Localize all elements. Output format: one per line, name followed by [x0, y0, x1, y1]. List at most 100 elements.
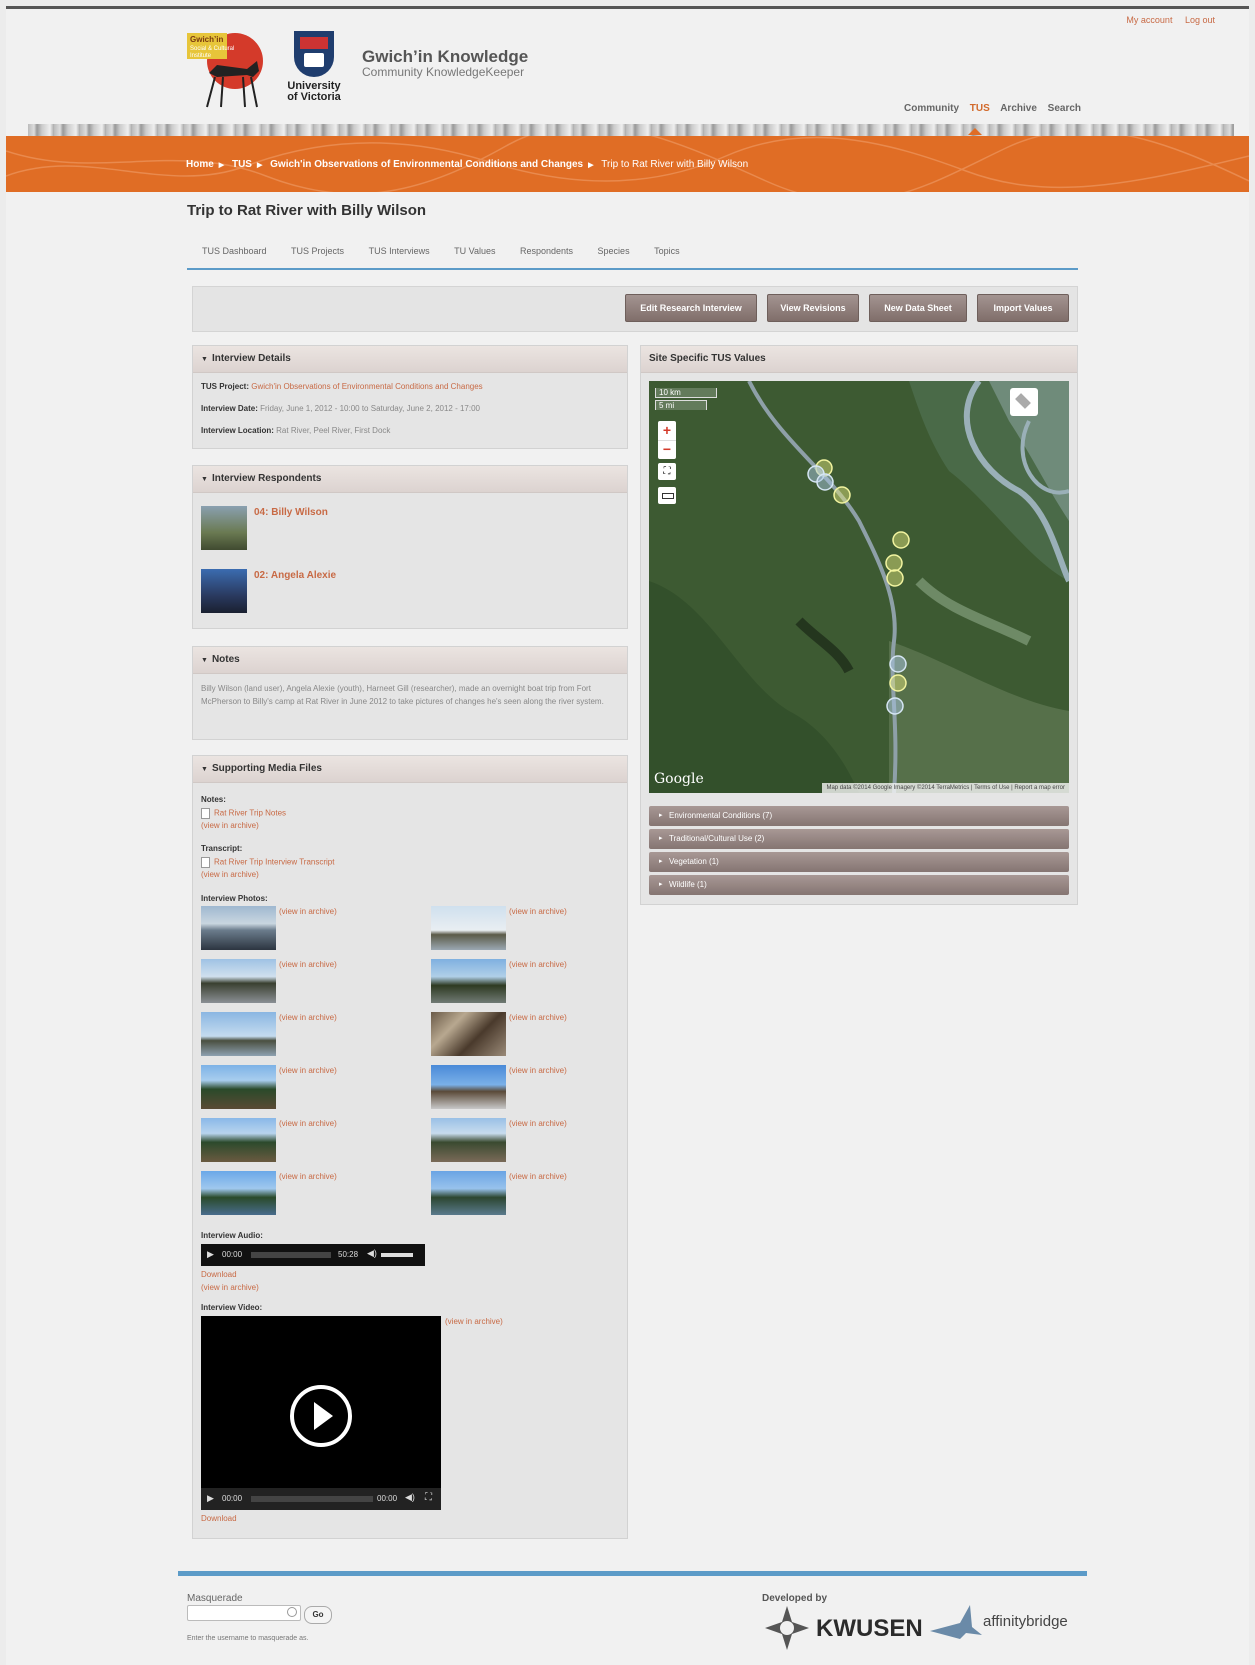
- audio-download-link[interactable]: Download: [201, 1270, 237, 1279]
- tab-topics[interactable]: Topics: [654, 246, 680, 256]
- audio-view-archive-link[interactable]: (view in archive): [201, 1283, 259, 1292]
- transcript-file-link[interactable]: Rat River Trip Interview Transcript: [201, 857, 334, 868]
- terms-of-use-link[interactable]: Terms of Use: [974, 785, 1009, 791]
- zoom-out-icon[interactable]: −: [658, 440, 676, 460]
- notes-header[interactable]: ▼ Notes: [193, 647, 627, 674]
- uvic-logo[interactable]: University of Victoria: [284, 31, 344, 113]
- site-name[interactable]: Gwich’in Knowledge: [362, 47, 528, 67]
- photo-thumbnail[interactable]: [201, 906, 276, 950]
- import-values-button[interactable]: Import Values: [977, 294, 1069, 322]
- photo-view-archive-link[interactable]: (view in archive): [509, 1119, 567, 1128]
- new-data-sheet-button[interactable]: New Data Sheet: [869, 294, 967, 322]
- video-view-archive-link[interactable]: (view in archive): [445, 1317, 503, 1326]
- big-play-icon[interactable]: [290, 1385, 352, 1447]
- photo-view-archive-link[interactable]: (view in archive): [509, 1172, 567, 1181]
- birch-bark-strip: [28, 124, 1234, 136]
- transcript-label: Transcript:: [201, 844, 243, 853]
- photo-thumbnail[interactable]: [201, 1118, 276, 1162]
- kwusen-logo[interactable]: KWUSEN: [816, 1615, 923, 1643]
- fullscreen-map-icon[interactable]: ⛶: [658, 463, 676, 480]
- nav-search[interactable]: Search: [1048, 103, 1081, 114]
- volume-icon[interactable]: ◀): [367, 1248, 377, 1259]
- tab-respondents[interactable]: Respondents: [520, 246, 573, 256]
- category-environmental-conditions[interactable]: Environmental Conditions (7): [649, 806, 1069, 826]
- affinitybridge-logo[interactable]: affinitybridge: [983, 1613, 1068, 1630]
- crumb-project[interactable]: Gwich'in Observations of Environmental C…: [270, 159, 583, 170]
- photo-thumbnail[interactable]: [431, 1118, 506, 1162]
- photo-thumbnail[interactable]: [201, 1171, 276, 1215]
- photo-view-archive-link[interactable]: (view in archive): [279, 907, 337, 916]
- nav-tus[interactable]: TUS: [970, 103, 990, 114]
- category-traditional-cultural-use[interactable]: Traditional/Cultural Use (2): [649, 829, 1069, 849]
- layers-icon[interactable]: [1010, 388, 1038, 416]
- photo-view-archive-link[interactable]: (view in archive): [509, 1066, 567, 1075]
- gwichin-institute-logo[interactable]: Gwich’in Social & Cultural Institute: [187, 31, 277, 111]
- crumb-tus[interactable]: TUS: [232, 159, 252, 170]
- supporting-media-header[interactable]: ▼ Supporting Media Files: [193, 756, 627, 783]
- zoom-in-icon[interactable]: +: [658, 421, 676, 440]
- category-vegetation[interactable]: Vegetation (1): [649, 852, 1069, 872]
- satellite-map[interactable]: 10 km 5 mi + − ⛶ Google Map data ©2014 G…: [649, 381, 1069, 793]
- respondent-photo-angela-alexie[interactable]: [201, 569, 247, 613]
- photo-thumbnail[interactable]: [431, 959, 506, 1003]
- measure-tool-icon[interactable]: [658, 487, 676, 504]
- tus-project-link[interactable]: Gwich'in Observations of Environmental C…: [251, 382, 482, 391]
- tab-tus-dashboard[interactable]: TUS Dashboard: [202, 246, 267, 256]
- photo-view-archive-link[interactable]: (view in archive): [509, 907, 567, 916]
- audio-volume-slider[interactable]: [381, 1253, 413, 1257]
- respondent-photo-billy-wilson[interactable]: [201, 506, 247, 550]
- masquerade-label: Masquerade: [187, 1593, 243, 1604]
- edit-research-interview-button[interactable]: Edit Research Interview: [625, 294, 757, 322]
- category-wildlife[interactable]: Wildlife (1): [649, 875, 1069, 895]
- view-revisions-button[interactable]: View Revisions: [767, 294, 859, 322]
- tab-tu-values[interactable]: TU Values: [454, 246, 495, 256]
- video-download-link[interactable]: Download: [201, 1514, 237, 1523]
- photo-thumbnail[interactable]: [431, 1012, 506, 1056]
- photo-thumbnail[interactable]: [201, 1012, 276, 1056]
- masquerade-go-button[interactable]: Go: [304, 1606, 332, 1624]
- crumb-home[interactable]: Home: [186, 159, 214, 170]
- fullscreen-icon[interactable]: ⛶: [425, 1492, 432, 1503]
- interview-details-header[interactable]: ▼ Interview Details: [193, 346, 627, 373]
- photo-view-archive-link[interactable]: (view in archive): [279, 1066, 337, 1075]
- volume-icon[interactable]: ◀): [405, 1492, 415, 1503]
- photo-view-archive-link[interactable]: (view in archive): [509, 960, 567, 969]
- footer-rule: [178, 1571, 1087, 1576]
- log-out-link[interactable]: Log out: [1185, 15, 1215, 25]
- tab-tus-interviews[interactable]: TUS Interviews: [369, 246, 430, 256]
- photo-thumbnail[interactable]: [431, 1171, 506, 1215]
- my-account-link[interactable]: My account: [1126, 15, 1172, 25]
- notes-file-link[interactable]: Rat River Trip Notes: [201, 808, 286, 819]
- interview-respondents-header[interactable]: ▼ Interview Respondents: [193, 466, 627, 493]
- photo-thumbnail[interactable]: [431, 1065, 506, 1109]
- audio-seek-bar[interactable]: [251, 1252, 331, 1258]
- play-icon[interactable]: ▶: [207, 1493, 214, 1504]
- masquerade-input[interactable]: [187, 1605, 301, 1621]
- photo-thumbnail[interactable]: [201, 1065, 276, 1109]
- video-seek-bar[interactable]: [251, 1496, 373, 1502]
- nav-archive[interactable]: Archive: [1000, 103, 1037, 114]
- action-bar: Edit Research Interview View Revisions N…: [192, 286, 1078, 332]
- tab-species[interactable]: Species: [598, 246, 630, 256]
- notes-view-archive-link[interactable]: (view in archive): [201, 821, 259, 830]
- site-specific-values-header: Site Specific TUS Values: [641, 346, 1077, 373]
- collapse-triangle-icon: ▼: [201, 766, 208, 773]
- video-current-time: 00:00: [222, 1494, 243, 1503]
- video-player[interactable]: ▶ 00:00 00:00 ◀) ⛶: [201, 1316, 441, 1510]
- photo-thumbnail[interactable]: [431, 906, 506, 950]
- photo-view-archive-link[interactable]: (view in archive): [279, 1172, 337, 1181]
- play-icon[interactable]: ▶: [207, 1249, 214, 1260]
- respondent-link-billy-wilson[interactable]: 04: Billy Wilson: [254, 507, 328, 518]
- interview-date-field: Interview Date: Friday, June 1, 2012 - 1…: [201, 404, 480, 413]
- respondent-link-angela-alexie[interactable]: 02: Angela Alexie: [254, 570, 336, 581]
- nav-community[interactable]: Community: [904, 103, 959, 114]
- uvic-shield-icon: [294, 31, 334, 77]
- tab-tus-projects[interactable]: TUS Projects: [291, 246, 344, 256]
- photo-view-archive-link[interactable]: (view in archive): [279, 1119, 337, 1128]
- photo-view-archive-link[interactable]: (view in archive): [509, 1013, 567, 1022]
- transcript-view-archive-link[interactable]: (view in archive): [201, 870, 259, 879]
- photo-view-archive-link[interactable]: (view in archive): [279, 1013, 337, 1022]
- report-map-error-link[interactable]: Report a map error: [1014, 785, 1065, 791]
- photo-view-archive-link[interactable]: (view in archive): [279, 960, 337, 969]
- photo-thumbnail[interactable]: [201, 959, 276, 1003]
